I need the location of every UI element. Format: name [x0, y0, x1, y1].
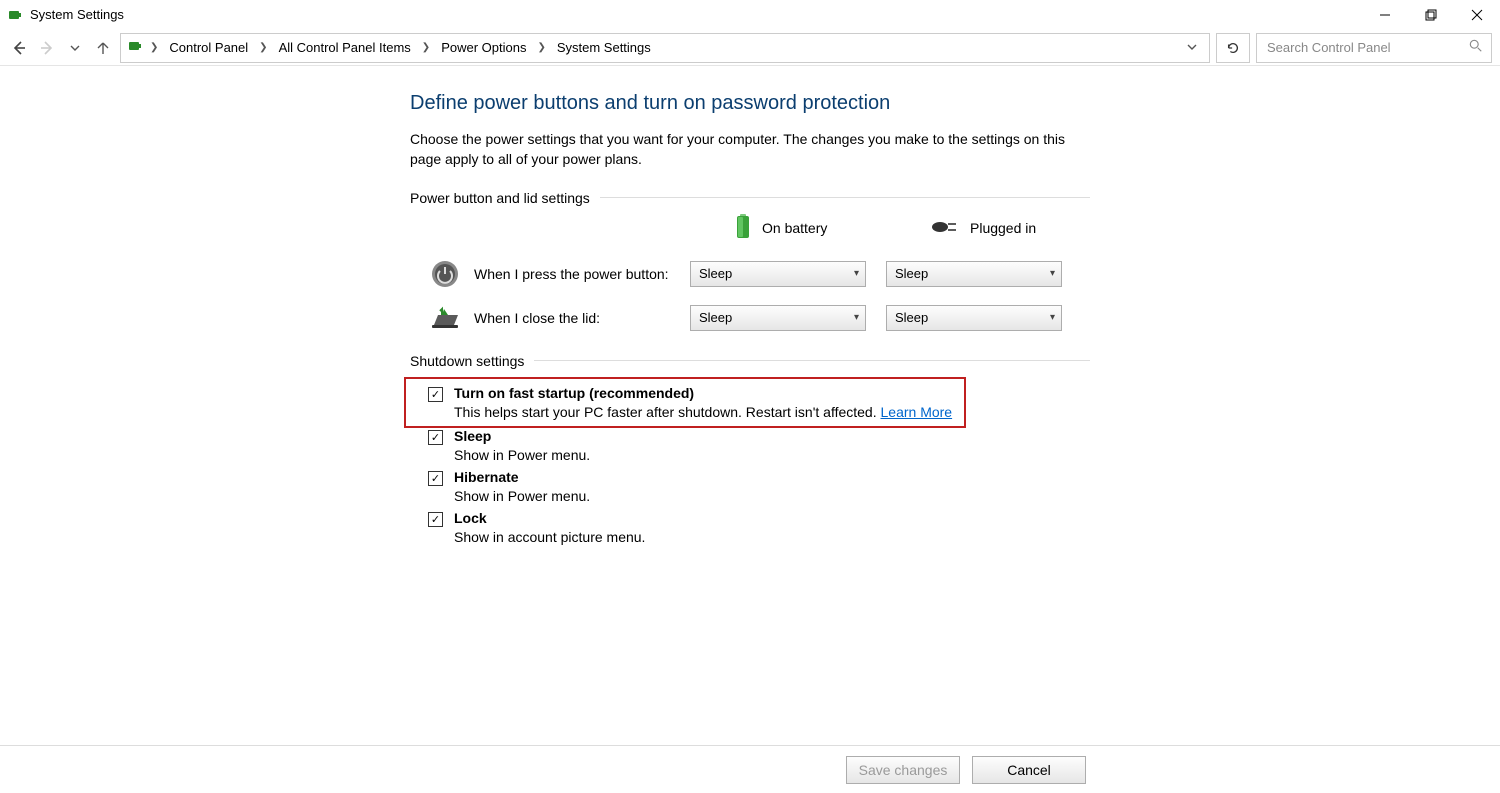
close-lid-plugged-select[interactable]: Sleep ▾ — [886, 305, 1062, 331]
column-plugged-in: Plugged in — [886, 219, 1082, 238]
column-on-battery: On battery — [690, 214, 886, 243]
footer-buttons: Save changes Cancel — [0, 745, 1500, 793]
power-options-icon — [127, 38, 143, 57]
page-description: Choose the power settings that you want … — [410, 129, 1075, 170]
option-label: Sleep — [454, 428, 1090, 444]
battery-icon — [734, 214, 752, 243]
option-label: Hibernate — [454, 469, 1090, 485]
address-dropdown-button[interactable] — [1181, 41, 1203, 55]
option-label: Lock — [454, 510, 1090, 526]
select-value: Sleep — [699, 310, 732, 325]
breadcrumb-item[interactable]: System Settings — [553, 38, 655, 57]
shutdown-settings-list: ✓ Turn on fast startup (recommended) Thi… — [410, 377, 1090, 545]
checkbox-lock[interactable]: ✓ — [428, 512, 443, 527]
option-description: Show in account picture menu. — [454, 529, 1090, 545]
option-hibernate: ✓ Hibernate Show in Power menu. — [428, 469, 1090, 504]
laptop-lid-icon — [428, 305, 462, 331]
close-lid-battery-select[interactable]: Sleep ▾ — [690, 305, 866, 331]
chevron-right-icon[interactable]: ❯ — [256, 42, 270, 53]
chevron-right-icon[interactable]: ❯ — [147, 42, 161, 53]
select-value: Sleep — [699, 266, 732, 281]
up-button[interactable] — [92, 37, 114, 59]
option-label: Turn on fast startup (recommended) — [454, 385, 960, 401]
power-button-battery-select[interactable]: Sleep ▾ — [690, 261, 866, 287]
search-box[interactable] — [1256, 33, 1492, 63]
option-lock: ✓ Lock Show in account picture menu. — [428, 510, 1090, 545]
option-sleep: ✓ Sleep Show in Power menu. — [428, 428, 1090, 463]
section-label: Shutdown settings — [410, 353, 534, 369]
breadcrumb-item[interactable]: Control Panel — [165, 38, 252, 57]
breadcrumb[interactable]: ❯ Control Panel ❯ All Control Panel Item… — [120, 33, 1210, 63]
option-description: Show in Power menu. — [454, 447, 1090, 463]
divider — [600, 197, 1090, 198]
option-description: Show in Power menu. — [454, 488, 1090, 504]
column-label: Plugged in — [970, 220, 1036, 236]
refresh-button[interactable] — [1216, 33, 1250, 63]
column-label: On battery — [762, 220, 827, 236]
chevron-down-icon: ▾ — [854, 312, 859, 323]
row-label: When I press the power button: — [474, 266, 669, 282]
minimize-button[interactable] — [1362, 0, 1408, 29]
section-shutdown-title: Shutdown settings — [410, 353, 1090, 369]
option-description: This helps start your PC faster after sh… — [454, 404, 960, 420]
power-lid-grid: On battery Plugged in — [410, 214, 1090, 331]
breadcrumb-item[interactable]: All Control Panel Items — [275, 38, 415, 57]
power-button-icon — [428, 259, 462, 289]
back-button[interactable] — [8, 37, 30, 59]
window-title: System Settings — [30, 7, 124, 22]
chevron-right-icon[interactable]: ❯ — [419, 42, 433, 53]
row-label: When I close the lid: — [474, 310, 600, 326]
content-area: Define power buttons and turn on passwor… — [0, 66, 1500, 745]
power-button-plugged-select[interactable]: Sleep ▾ — [886, 261, 1062, 287]
chevron-right-icon[interactable]: ❯ — [534, 42, 548, 53]
checkbox-hibernate[interactable]: ✓ — [428, 471, 443, 486]
highlighted-option: ✓ Turn on fast startup (recommended) Thi… — [404, 377, 966, 428]
plug-icon — [930, 219, 960, 238]
page-title: Define power buttons and turn on passwor… — [410, 92, 1090, 115]
checkbox-sleep[interactable]: ✓ — [428, 430, 443, 445]
divider — [534, 360, 1090, 361]
window-controls — [1362, 0, 1500, 29]
breadcrumb-item[interactable]: Power Options — [437, 38, 530, 57]
recent-locations-button[interactable] — [64, 37, 86, 59]
power-options-app-icon — [6, 6, 24, 24]
search-icon — [1469, 39, 1483, 56]
section-power-lid-title: Power button and lid settings — [410, 190, 1090, 206]
close-button[interactable] — [1454, 0, 1500, 29]
save-changes-button[interactable]: Save changes — [846, 756, 960, 784]
row-power-button: When I press the power button: — [410, 259, 690, 289]
row-close-lid: When I close the lid: — [410, 305, 690, 331]
checkbox-fast-startup[interactable]: ✓ — [428, 387, 443, 402]
chevron-down-icon: ▾ — [854, 268, 859, 279]
search-input[interactable] — [1265, 39, 1445, 56]
option-fast-startup: ✓ Turn on fast startup (recommended) Thi… — [428, 385, 960, 420]
navigation-bar: ❯ Control Panel ❯ All Control Panel Item… — [0, 30, 1500, 66]
chevron-down-icon: ▾ — [1050, 312, 1055, 323]
chevron-down-icon: ▾ — [1050, 268, 1055, 279]
cancel-button[interactable]: Cancel — [972, 756, 1086, 784]
titlebar: System Settings — [0, 0, 1500, 30]
learn-more-link[interactable]: Learn More — [881, 404, 953, 420]
section-label: Power button and lid settings — [410, 190, 600, 206]
option-description-text: This helps start your PC faster after sh… — [454, 404, 881, 420]
forward-button[interactable] — [36, 37, 58, 59]
select-value: Sleep — [895, 310, 928, 325]
maximize-button[interactable] — [1408, 0, 1454, 29]
select-value: Sleep — [895, 266, 928, 281]
